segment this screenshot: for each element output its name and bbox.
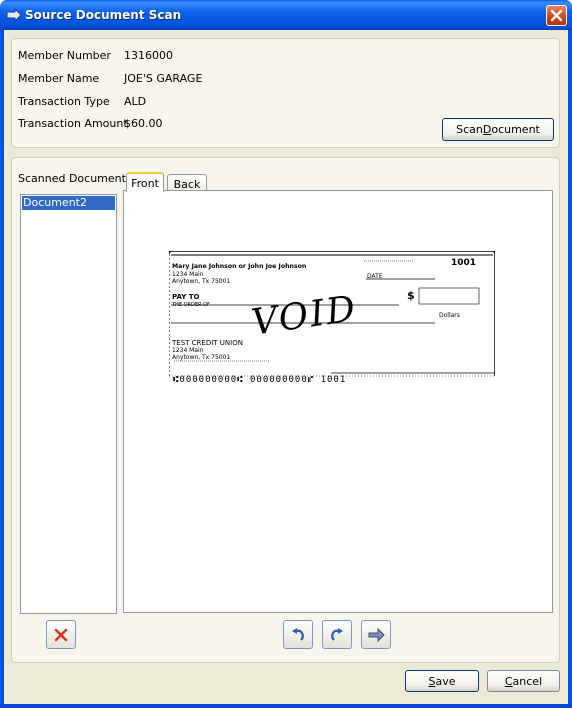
member-name-value: JOE'S GARAGE	[124, 72, 203, 85]
member-info-group: Member Number 1316000 Member Name JOE'S …	[11, 38, 560, 148]
transaction-type-label: Transaction Type	[18, 95, 110, 108]
check-micr-line: ⑆000000000⑆ 000000000⑈ 1001	[173, 375, 347, 385]
close-button[interactable]	[546, 5, 567, 26]
tab-back-label: Back	[173, 177, 201, 191]
transaction-amount-value: $60.00	[124, 117, 163, 130]
save-button[interactable]: Save	[405, 670, 479, 692]
check-date-label: DATE	[367, 273, 383, 280]
check-bank-name: TEST CREDIT UNION	[172, 339, 243, 347]
dialog-window: Source Document Scan Member Number 13160…	[0, 0, 572, 708]
check-payer-address-1: 1234 Main	[172, 271, 204, 278]
title-bar[interactable]: Source Document Scan	[0, 0, 572, 30]
delete-document-button[interactable]	[46, 620, 76, 649]
transaction-type-value: ALD	[124, 95, 147, 108]
member-number-label: Member Number	[18, 49, 111, 62]
flip-button[interactable]	[361, 620, 391, 649]
scanned-documents-label: Scanned Documents	[18, 172, 132, 185]
member-number-value: 1316000	[124, 49, 173, 62]
tab-front-label: Front	[131, 176, 159, 190]
dialog-body: Member Number 1316000 Member Name JOE'S …	[4, 30, 568, 704]
check-payer-name: Mary Jane Johnson or John Joe Johnson	[172, 263, 307, 270]
check-order-of-label: THE ORDER OF	[172, 302, 210, 308]
front-image-panel: Mary Jane Johnson or John Joe Johnson 12…	[123, 190, 553, 613]
delete-icon	[54, 628, 68, 641]
scan-document-label-pre: Scan	[456, 123, 483, 136]
save-label-accel: S	[428, 674, 436, 688]
cancel-label-post: ancel	[512, 674, 543, 688]
check-dollar-sign: $	[407, 289, 415, 302]
list-item[interactable]: Document2	[22, 196, 115, 210]
check-bank-address-2: Anytown, Tx 75001	[172, 354, 231, 361]
check-number: 1001	[451, 258, 477, 268]
flip-icon	[368, 627, 385, 642]
check-payer-address-2: Anytown, Tx 75001	[172, 278, 231, 285]
rotate-right-icon	[331, 627, 343, 641]
check-image: Mary Jane Johnson or John Joe Johnson 12…	[169, 251, 495, 377]
rotate-left-icon	[292, 627, 304, 641]
rotate-left-button[interactable]	[283, 620, 313, 649]
cancel-button[interactable]: Cancel	[487, 670, 560, 692]
cancel-label-accel: C	[504, 674, 513, 688]
window-bottom-border	[0, 704, 572, 708]
check-dollars-label: Dollars	[439, 312, 460, 319]
scan-document-button[interactable]: Scan Document	[442, 118, 554, 141]
tab-front[interactable]: Front	[126, 172, 164, 192]
rotate-right-button[interactable]	[322, 620, 352, 649]
app-icon	[6, 8, 22, 22]
scan-document-label-accel: D	[482, 123, 492, 136]
check-bank-address-1: 1234 Main	[172, 347, 204, 354]
save-label-post: ave	[435, 674, 456, 688]
scan-document-label-post: ocument	[491, 123, 540, 136]
check-pay-to-label: PAY TO	[172, 293, 200, 301]
documents-list[interactable]: Document2	[20, 194, 117, 614]
member-name-label: Member Name	[18, 72, 100, 85]
close-icon	[550, 9, 563, 22]
window-title: Source Document Scan	[25, 8, 182, 22]
transaction-amount-label: Transaction Amount	[18, 117, 128, 130]
